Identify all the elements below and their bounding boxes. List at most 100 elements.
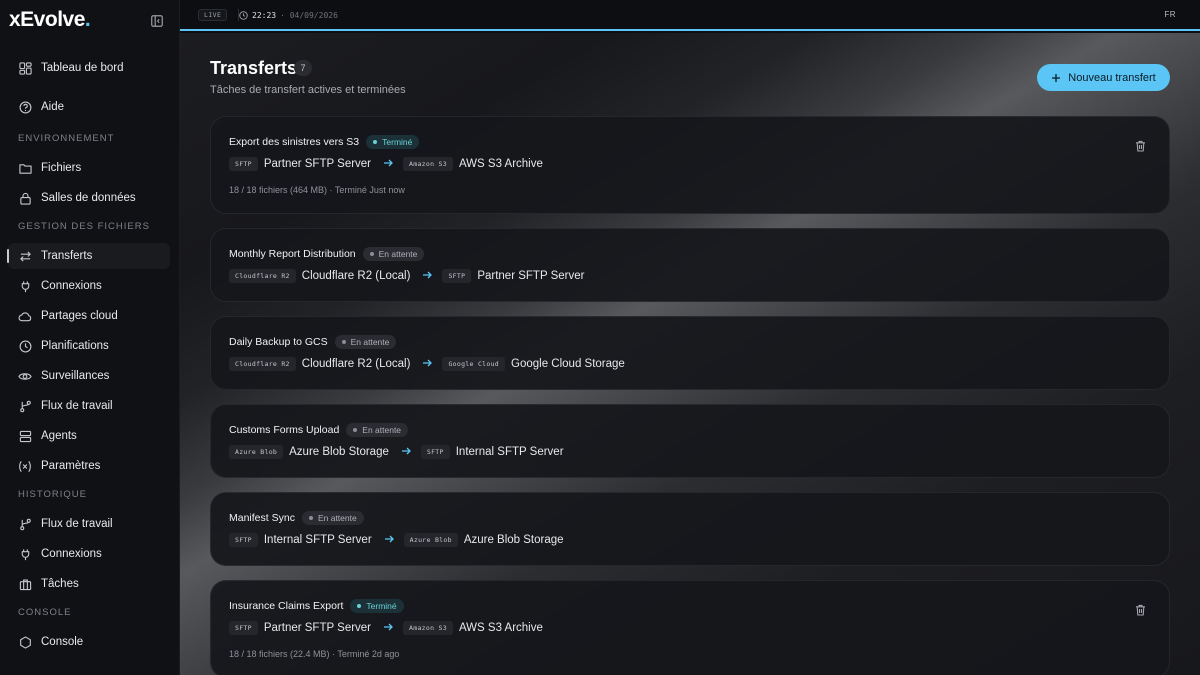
sidebar-item-agents[interactable]: Agents: [8, 423, 170, 449]
transfer-title: Monthly Report Distribution: [229, 248, 356, 260]
transfer-card-header: Insurance Claims Export Terminé: [229, 599, 404, 613]
transfer-title: Customs Forms Upload: [229, 424, 340, 436]
logo[interactable]: xEvolve.: [9, 8, 91, 32]
plug-icon: [18, 279, 32, 293]
source-type-tag: Azure Blob: [229, 445, 284, 459]
transfer-card[interactable]: Customs Forms Upload En attente Azure Blob…: [210, 404, 1170, 478]
status-badge: En attente: [301, 511, 364, 525]
sidebar-item-flux-de-travail[interactable]: Flux de travail: [8, 511, 170, 537]
source-name: Partner SFTP Server: [263, 158, 372, 170]
status-label: Terminé: [366, 601, 397, 611]
status-badge: En attente: [362, 247, 425, 261]
plug-icon: [18, 547, 32, 561]
arrow-right-icon: [383, 621, 393, 635]
arrow-right-icon: [401, 445, 411, 459]
status-dot: [357, 604, 362, 608]
sidebar-item-aide[interactable]: Aide: [8, 94, 170, 120]
sidebar-item-label: Paramètres: [41, 460, 101, 472]
status-badge: Terminé: [350, 599, 404, 613]
transfer-card[interactable]: Monthly Report Distribution En attente Clo…: [210, 228, 1170, 302]
arrow-right-icon: [383, 157, 393, 171]
transfer-card-header: Customs Forms Upload En attente: [229, 423, 409, 437]
sidebar-item-label: Planifications: [41, 340, 109, 352]
clock-icon: [239, 10, 248, 20]
sidebar-collapse-icon[interactable]: [150, 14, 164, 28]
server-icon: [18, 429, 32, 443]
transfer-card[interactable]: Daily Backup to GCS En attente Cloudflare …: [210, 316, 1170, 390]
sidebar-item-planifications[interactable]: Planifications: [8, 333, 170, 359]
sidebar-item-fichiers[interactable]: Fichiers: [8, 155, 170, 181]
destination-type-tag: Azure Blob: [403, 533, 458, 547]
source-name: Cloudflare R2 (Local): [301, 358, 411, 370]
sidebar-item-label: Flux de travail: [41, 518, 113, 530]
sidebar-item-label: Salles de données: [41, 192, 136, 204]
language-switcher[interactable]: FR: [1164, 10, 1176, 19]
transfer-card-header: Manifest Sync En attente: [229, 511, 364, 525]
transfer-meta: 18 / 18 fichiers (464 MB) · Terminé Just…: [229, 185, 405, 195]
sidebar-item-flux-de-travail[interactable]: Flux de travail: [8, 393, 170, 419]
sidebar-item-connexions[interactable]: Connexions: [8, 541, 170, 567]
sidebar-item-console[interactable]: Console: [8, 629, 170, 655]
transfer-meta: 18 / 18 fichiers (22.4 MB) · Terminé 2d …: [229, 649, 400, 659]
transfer-route: Cloudflare R2 Cloudflare R2 (Local) SFTP Pa…: [229, 269, 586, 283]
transfer-title: Manifest Sync: [229, 512, 295, 524]
sidebar-item-connexions[interactable]: Connexions: [8, 273, 170, 299]
transfer-title: Export des sinistres vers S3: [229, 136, 360, 148]
app-root: xEvolve. Tableau de bord Aide ENVIRONNEMEN…: [0, 0, 1200, 675]
source-type-tag: SFTP: [229, 621, 258, 635]
sidebar-section-gestion-des-fichiers: GESTION DES FICHIERS: [18, 221, 150, 232]
status-label: En attente: [378, 249, 418, 259]
source-name: Partner SFTP Server: [263, 622, 372, 634]
sidebar-item-taches[interactable]: Tâches: [8, 571, 170, 597]
clock-date: · 04/09/2026: [280, 10, 338, 20]
destination-type-tag: Amazon S3: [403, 157, 453, 171]
logo-dot: .: [84, 8, 91, 31]
status-label: Terminé: [382, 137, 413, 147]
sidebar-item-surveillances[interactable]: Surveillances: [8, 363, 170, 389]
sidebar-section-environnement: ENVIRONNEMENT: [18, 133, 115, 144]
trash-icon[interactable]: [1133, 139, 1147, 153]
trash-icon[interactable]: [1133, 603, 1147, 617]
briefcase-icon: [18, 577, 32, 591]
source-type-tag: Cloudflare R2: [229, 357, 296, 371]
sidebar-item-label: Flux de travail: [41, 400, 113, 412]
status-dot: [369, 252, 374, 256]
sidebar-item-transferts[interactable]: Transferts: [7, 243, 170, 269]
transfer-card[interactable]: Insurance Claims Export Terminé SFTP Partne…: [210, 580, 1170, 675]
transfer-card[interactable]: Export des sinistres vers S3 Terminé SFTP P…: [210, 116, 1170, 214]
arrow-right-icon: [422, 357, 433, 371]
status-label: En attente: [362, 425, 402, 435]
transfer-route: Cloudflare R2 Cloudflare R2 (Local) Google…: [229, 357, 627, 371]
sidebar-item-label: Connexions: [41, 548, 102, 560]
sidebar: xEvolve. Tableau de bord Aide ENVIRONNEMEN…: [0, 0, 180, 675]
sidebar-item-label: Aide: [41, 101, 65, 113]
sidebar-item-label: Agents: [41, 430, 77, 442]
arrow-right-icon: [422, 269, 433, 283]
sidebar-item-label: Transferts: [41, 250, 93, 262]
destination-name: Internal SFTP Server: [455, 446, 564, 458]
status-dot: [353, 428, 358, 432]
sidebar-item-parametres[interactable]: Paramètres: [8, 453, 170, 479]
lock-icon: [18, 191, 32, 205]
source-type-tag: SFTP: [229, 157, 258, 171]
destination-type-tag: SFTP: [442, 269, 472, 283]
sidebar-item-tableau-de-bord[interactable]: Tableau de bord: [8, 55, 170, 81]
sidebar-item-label: Console: [41, 636, 84, 648]
variable-icon: [18, 459, 32, 473]
transfer-title: Insurance Claims Export: [229, 600, 344, 612]
sidebar-item-salles-de-donnees[interactable]: Salles de données: [8, 185, 170, 211]
folder-icon: [18, 161, 32, 175]
sidebar-item-label: Fichiers: [41, 162, 82, 174]
transfer-icon: [18, 249, 32, 263]
status-dot: [373, 140, 378, 144]
source-name: Internal SFTP Server: [263, 534, 372, 546]
status-dot: [341, 340, 346, 344]
workflow-icon: [18, 517, 32, 531]
eye-icon: [18, 369, 32, 383]
main-content: Transferts 7 Tâches de transfert actives…: [180, 33, 1200, 675]
sidebar-item-label: Connexions: [41, 280, 102, 292]
transfer-card[interactable]: Manifest Sync En attente SFTP Internal SFTP…: [210, 492, 1170, 566]
sidebar-item-partages-cloud[interactable]: Partages cloud: [8, 303, 170, 329]
destination-name: AWS S3 Archive: [458, 622, 543, 634]
new-transfer-button[interactable]: Nouveau transfert: [1037, 64, 1170, 91]
